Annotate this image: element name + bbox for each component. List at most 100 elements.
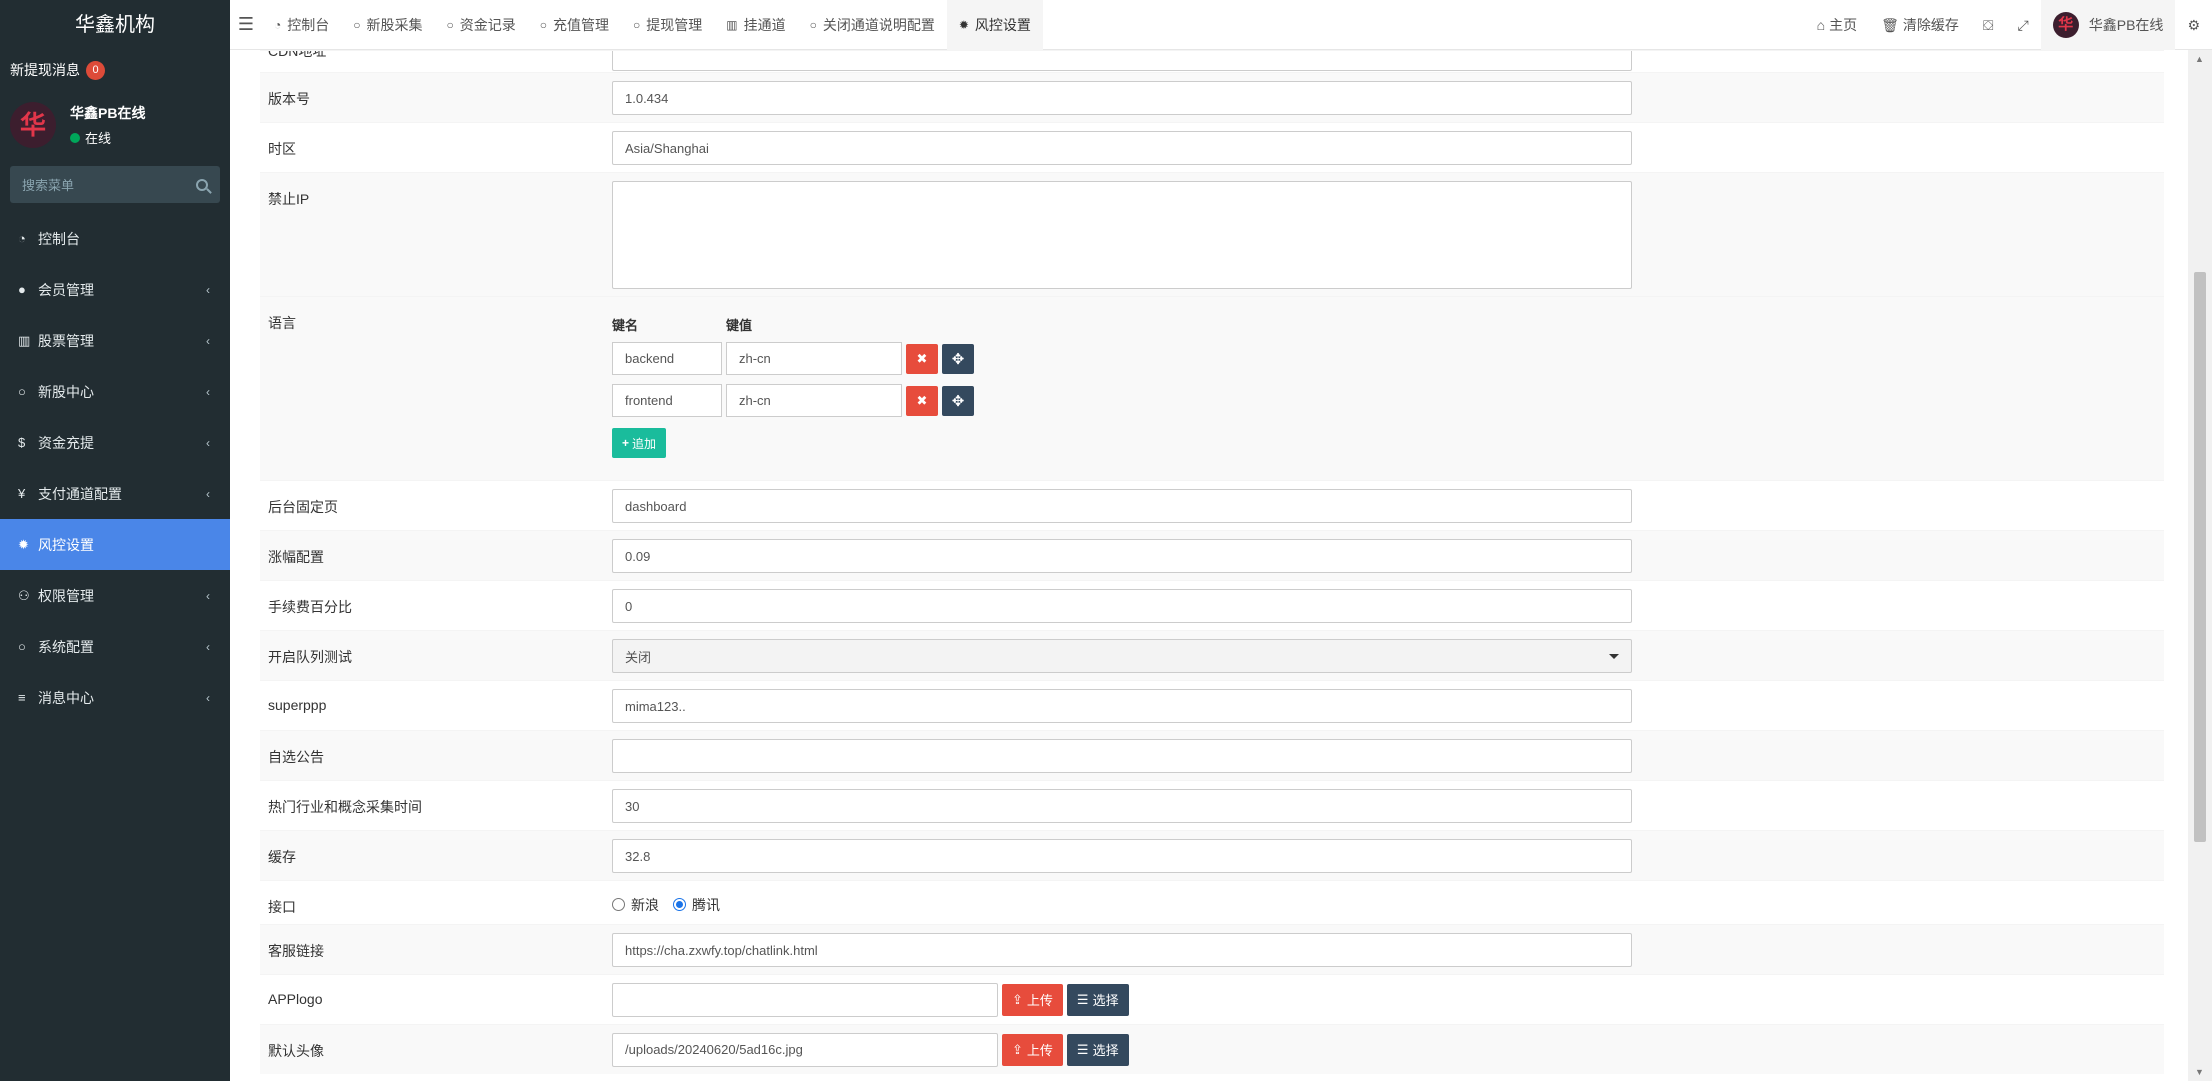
menu-search-input[interactable]: 搜索菜单: [10, 166, 220, 203]
cache-input[interactable]: 32.8: [612, 839, 1632, 873]
sidebar-item-2[interactable]: ▥ 股票管理 ‹: [0, 315, 230, 366]
sidebar-item-label: 风控设置: [38, 536, 94, 553]
tab-icon: ○: [446, 17, 454, 32]
hot-collect-input[interactable]: 30: [612, 789, 1632, 823]
version-label: 版本号: [268, 91, 310, 107]
applogo-input[interactable]: [612, 982, 998, 1017]
kv-value-input[interactable]: zh-cn: [726, 384, 902, 417]
tab-0[interactable]: ◔ 控制台: [262, 0, 341, 50]
upload-icon: ⇪: [1012, 1041, 1023, 1057]
sidebar-item-6[interactable]: ✹ 风控设置: [0, 519, 230, 570]
sidebar-item-1[interactable]: ● 会员管理 ‹: [0, 264, 230, 315]
tab-7[interactable]: ✹ 风控设置: [946, 0, 1043, 50]
scroll-up-icon[interactable]: ▲: [2195, 54, 2204, 64]
sidebar-item-4[interactable]: $ 资金充提 ‹: [0, 417, 230, 468]
close-icon: ✖: [916, 392, 928, 408]
sidebar-item-7[interactable]: ⚇ 权限管理 ‹: [0, 570, 230, 621]
cdn-input[interactable]: [612, 51, 1632, 71]
drag-row-button[interactable]: ✥: [942, 385, 974, 416]
drag-row-button[interactable]: ✥: [942, 343, 974, 374]
chevron-left-icon: ‹: [206, 486, 210, 501]
default-avatar-input[interactable]: /uploads/20240620/5ad16c.jpg: [612, 1032, 998, 1067]
user-name: 华鑫PB在线: [70, 105, 146, 121]
tab-icon: ◔: [274, 17, 282, 32]
clear-cache-button[interactable]: 🗑 清除缓存: [1869, 0, 1971, 50]
tab-label: 关闭通道说明配置: [822, 16, 935, 33]
home-link[interactable]: ⌂ 主页: [1805, 0, 1869, 50]
sidebar-item-9[interactable]: ≡ 消息中心 ‹: [0, 672, 230, 723]
remove-row-button[interactable]: ✖: [906, 343, 938, 374]
kv-key-input[interactable]: frontend: [612, 384, 722, 417]
main-content: CDN地址 版本号 1.0.434 时区 Asia/Shanghai 禁止IP …: [230, 50, 2188, 1081]
sidebar-item-0[interactable]: ◔ 控制台: [0, 213, 230, 264]
tab-1[interactable]: ○ 新股采集: [341, 0, 434, 50]
top-navbar: ☰ ◔ 控制台 ○ 新股采集 ○ 资金记录 ○ 充值管理 ○ 提现管理 ▥ 挂通道 ○ 关闭通道说明配置 ✹…: [230, 0, 2212, 50]
zhangfu-input[interactable]: 0.09: [612, 539, 1632, 573]
sidebar-item-label: 支付通道配置: [38, 485, 122, 502]
timezone-label: 时区: [268, 141, 296, 157]
chevron-left-icon: ‹: [206, 435, 210, 450]
sidebar-item-label: 新股中心: [38, 383, 94, 400]
home-icon: ⌂: [1816, 17, 1826, 33]
tab-4[interactable]: ○ 提现管理: [621, 0, 714, 50]
avatar-upload-button[interactable]: ⇪ 上传: [1002, 1033, 1063, 1066]
default-avatar-label: 默认头像: [268, 1043, 324, 1059]
translate-icon[interactable]: ⛋: [1971, 0, 2006, 50]
avatar-choose-button[interactable]: ☰ 选择: [1066, 1033, 1129, 1066]
applogo-upload-button[interactable]: ⇪ 上传: [1002, 983, 1063, 1016]
tab-label: 充值管理: [553, 16, 609, 33]
plus-icon: +: [622, 436, 630, 450]
circle-outline-icon: ○: [18, 384, 26, 399]
list-icon: ≡: [18, 690, 26, 705]
service-link-input[interactable]: https://cha.zxwfy.top/chatlink.html: [612, 933, 1632, 967]
api-radio-tencent[interactable]: 腾讯: [673, 893, 720, 916]
tab-2[interactable]: ○ 资金记录: [435, 0, 528, 50]
fixedpage-label: 后台固定页: [268, 499, 338, 515]
chevron-left-icon: ‹: [206, 384, 210, 399]
kv-value-input[interactable]: zh-cn: [726, 342, 902, 375]
service-link-label: 客服链接: [268, 943, 324, 959]
sidebar-item-label: 权限管理: [38, 587, 94, 604]
fee-input[interactable]: 0: [612, 589, 1632, 623]
users-icon: ⚇: [18, 587, 30, 603]
tab-6[interactable]: ○ 关闭通道说明配置: [798, 0, 947, 50]
scrollbar[interactable]: ▲ ▼: [2188, 50, 2212, 1081]
settings-icon[interactable]: ⚙: [2175, 0, 2212, 50]
notice-input[interactable]: [612, 739, 1632, 773]
sidebar-toggle-icon[interactable]: ☰: [230, 14, 262, 35]
chevron-left-icon: ‹: [206, 690, 210, 705]
forbidip-textarea[interactable]: [612, 181, 1632, 289]
sidebar: 华鑫机构 新提现消息 0 华 华鑫PB在线 在线 搜索菜单 ◔ 控制台 ● 会员管理 ‹…: [0, 0, 230, 1081]
gear-icon: ✹: [18, 536, 29, 552]
fixedpage-input[interactable]: dashboard: [612, 489, 1632, 523]
user-avatar: 华: [2052, 12, 2079, 38]
sidebar-item-label: 消息中心: [38, 689, 94, 706]
sidebar-item-5[interactable]: ¥ 支付通道配置 ‹: [0, 468, 230, 519]
app-logo[interactable]: 华鑫机构: [0, 0, 230, 50]
user-menu[interactable]: 华华鑫PB在线: [2040, 0, 2176, 50]
scroll-down-icon[interactable]: ▼: [2195, 1067, 2204, 1077]
search-icon[interactable]: [196, 178, 208, 191]
withdraw-notice[interactable]: 新提现消息 0: [0, 50, 230, 90]
applogo-choose-button[interactable]: ☰ 选择: [1066, 983, 1129, 1016]
scrollbar-thumb[interactable]: [2194, 272, 2206, 842]
tab-5[interactable]: ▥ 挂通道: [714, 0, 797, 50]
withdraw-notice-label: 新提现消息: [10, 62, 80, 78]
version-input[interactable]: 1.0.434: [612, 81, 1632, 115]
avatar: 华: [10, 102, 56, 148]
kv-key-input[interactable]: backend: [612, 342, 722, 375]
tab-3[interactable]: ○ 充值管理: [528, 0, 621, 50]
add-row-button[interactable]: + 追加: [612, 428, 667, 458]
sidebar-item-3[interactable]: ○ 新股中心 ‹: [0, 366, 230, 417]
superppp-input[interactable]: mima123..: [612, 689, 1632, 723]
api-radio-sina[interactable]: 新浪: [612, 893, 659, 916]
move-icon: ✥: [951, 392, 965, 410]
remove-row-button[interactable]: ✖: [906, 385, 938, 416]
queue-select[interactable]: 关闭: [612, 639, 1632, 673]
sidebar-item-label: 控制台: [38, 230, 80, 247]
timezone-input[interactable]: Asia/Shanghai: [612, 131, 1632, 165]
bank-icon: ▥: [18, 332, 31, 348]
cdn-label: CDN地址: [268, 50, 327, 59]
sidebar-item-8[interactable]: ○ 系统配置 ‹: [0, 621, 230, 672]
fullscreen-icon[interactable]: ⤢: [2006, 0, 2041, 50]
